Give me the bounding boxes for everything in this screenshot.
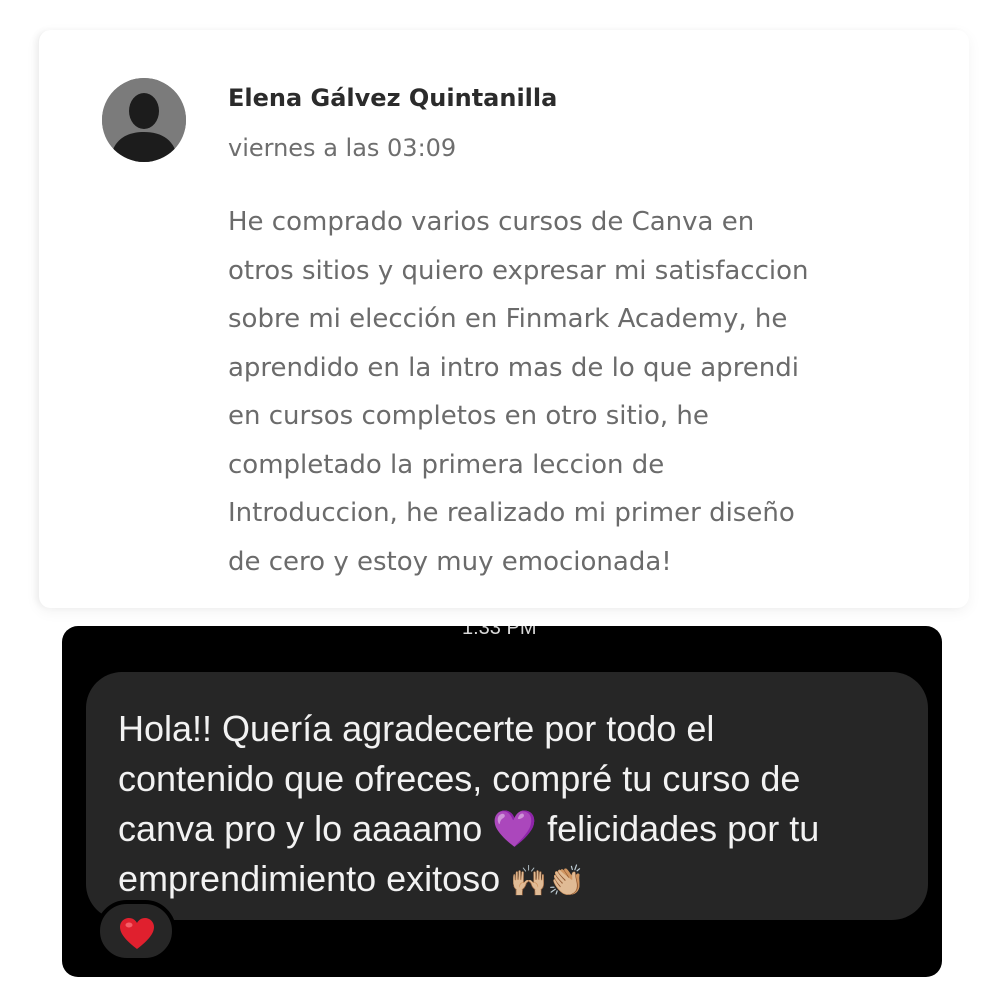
review-line: aprendido en la intro mas de lo que apre… — [228, 352, 800, 383]
message-line: Hola!! Quería agradecerte por todo el — [118, 708, 715, 749]
red-heart-icon — [120, 918, 154, 949]
chat-screenshot: 1:33 PM Hola!! Quería agradecerte por to… — [62, 626, 942, 977]
raised-hands-clapping-icon: 🙌🏼👏🏼 — [510, 865, 585, 898]
message-line: canva pro y lo aaaamo 💜 felicidades por … — [118, 804, 819, 854]
review-line: otros sitios y quiero expresar mi satisf… — [228, 255, 809, 286]
reviewer-avatar — [102, 78, 186, 162]
review-line: sobre mi elección en Finmark Academy, he — [228, 304, 788, 334]
message-fragment: felicidades por tu — [537, 808, 820, 849]
review-line: de cero y estoy muy emocionada! — [228, 546, 672, 577]
review-line: He comprado varios cursos de Canva en — [228, 207, 755, 237]
review-timestamp: viernes a las 03:09 — [228, 134, 457, 162]
cropped-timestamp: 1:33 PM — [462, 626, 537, 639]
purple-heart-icon: 💜 — [492, 808, 538, 849]
reaction-badge[interactable] — [96, 900, 176, 962]
review-line: en cursos completos en otro sitio, he — [228, 401, 709, 431]
review-line: Introduccion, he realizado mi primer dis… — [228, 498, 795, 528]
message-line: emprendimiento exitoso 🙌🏼👏🏼 — [118, 854, 819, 907]
reviewer-name: Elena Gálvez Quintanilla — [228, 84, 558, 112]
message-line: contenido que ofreces, compré tu curso d… — [118, 758, 801, 799]
message-text: Hola!! Quería agradecerte por todo el co… — [118, 704, 819, 907]
message-bubble[interactable]: Hola!! Quería agradecerte por todo el co… — [86, 672, 928, 920]
message-fragment: canva pro y lo aaaamo — [118, 808, 493, 849]
review-line: completado la primera leccion de — [228, 449, 665, 480]
user-silhouette-icon — [102, 78, 186, 162]
message-fragment: emprendimiento exitoso — [118, 858, 511, 899]
review-text: He comprado varios cursos de Canva en ot… — [228, 198, 908, 586]
